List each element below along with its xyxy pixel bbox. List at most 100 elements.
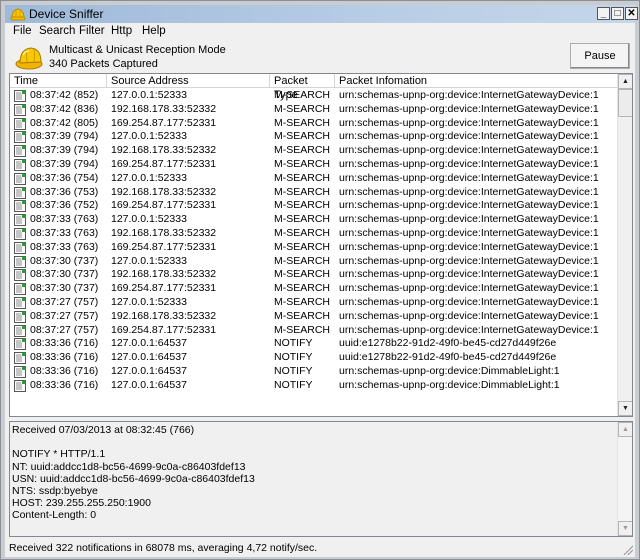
table-row[interactable]: 08:37:30 (737) 127.0.0.1:52333 M-SEARCH urn… [10,255,618,269]
table-row[interactable]: 08:37:42 (836) 192.168.178.33:52332 M-SEAR… [10,103,618,117]
table-row[interactable]: 08:33:36 (716) 127.0.0.1:64537 NOTIFY urn:s… [10,379,618,393]
menu-filter[interactable]: Filter [79,25,105,37]
cell-time: 08:37:36 (753) [30,185,99,198]
column-header-packet-type[interactable]: Packet Type [270,74,335,101]
column-header-packet-information[interactable]: Packet Infomation [335,74,618,88]
table-row[interactable]: 08:37:36 (753) 192.168.178.33:52332 M-SEAR… [10,186,618,200]
column-header-time[interactable]: Time [10,74,107,88]
client-area: File Search Filter Http Help Multicast &… [5,23,635,557]
cell-packet-information: urn:schemas-upnp-org:device:InternetGate… [339,295,599,308]
detail-scroll-up-button[interactable]: ▲ [618,422,632,437]
cell-time: 08:37:27 (757) [30,323,99,336]
document-icon [14,338,26,351]
packets-captured-label: 340 Packets Captured [49,58,158,70]
menu-bar: File Search Filter Http Help [5,23,635,41]
document-icon [14,172,26,185]
maximize-button[interactable]: □ [611,7,624,20]
cell-source-address: 169.254.87.177:52331 [111,282,217,295]
menu-search[interactable]: Search [39,25,75,37]
cell-packet-information: urn:schemas-upnp-org:device:InternetGate… [339,171,599,184]
cell-packet-information: urn:schemas-upnp-org:device:InternetGate… [339,130,599,143]
table-row[interactable]: 08:37:33 (763) 127.0.0.1:52333 M-SEARCH urn… [10,213,618,227]
table-row[interactable]: 08:33:36 (716) 127.0.0.1:64537 NOTIFY uuid:… [10,337,618,351]
cell-packet-type: NOTIFY [274,351,313,364]
cell-packet-type: NOTIFY [274,364,313,377]
cell-time: 08:33:36 (716) [30,364,99,377]
column-header-source-address[interactable]: Source Address [107,74,270,88]
cell-packet-information: uuid:e1278b22-91d2-49f0-be45-cd27d449f26… [339,337,557,350]
window-title: Device Sniffer [29,7,104,21]
pause-button[interactable]: Pause [570,43,630,69]
detail-scroll-down-button[interactable]: ▼ [618,521,632,536]
document-icon [14,158,26,171]
menu-help[interactable]: Help [142,25,166,37]
cell-source-address: 127.0.0.1:52333 [111,213,187,226]
title-bar[interactable]: Device Sniffer _ □ ✕ [5,5,638,23]
table-row[interactable]: 08:37:39 (794) 169.254.87.177:52331 M-SEAR… [10,158,618,172]
cell-source-address: 127.0.0.1:64537 [111,337,187,350]
minimize-button[interactable]: _ [597,7,610,20]
cell-packet-type: M-SEARCH [274,199,331,212]
table-row[interactable]: 08:37:27 (757) 192.168.178.33:52332 M-SEAR… [10,310,618,324]
scroll-up-button[interactable]: ▲ [618,74,632,89]
document-icon [14,365,26,378]
cell-source-address: 127.0.0.1:64537 [111,378,187,391]
cell-packet-information: urn:schemas-upnp-org:device:InternetGate… [339,199,599,212]
packet-detail-pane[interactable]: Received 07/03/2013 at 08:32:45 (766) NO… [9,421,633,537]
cell-packet-type: M-SEARCH [274,268,331,281]
scroll-down-button[interactable]: ▼ [618,401,632,416]
table-row[interactable]: 08:37:36 (754) 127.0.0.1:52333 M-SEARCH urn… [10,172,618,186]
table-row[interactable]: 08:33:36 (716) 127.0.0.1:64537 NOTIFY urn:s… [10,365,618,379]
table-row[interactable]: 08:37:42 (852) 127.0.0.1:52333 M-SEARCH urn… [10,89,618,103]
table-row[interactable]: 08:37:27 (757) 127.0.0.1:52333 M-SEARCH urn… [10,296,618,310]
cell-source-address: 169.254.87.177:52331 [111,240,217,253]
document-icon [14,269,26,282]
cell-packet-type: M-SEARCH [274,295,331,308]
cell-packet-information: urn:schemas-upnp-org:device:DimmableLigh… [339,378,560,391]
cell-packet-type: M-SEARCH [274,102,331,115]
table-row[interactable]: 08:37:36 (752) 169.254.87.177:52331 M-SEAR… [10,199,618,213]
document-icon [14,200,26,213]
table-row[interactable]: 08:33:36 (716) 127.0.0.1:64537 NOTIFY uuid:… [10,351,618,365]
packet-list[interactable]: Time Source Address Packet Type Packet I… [9,73,633,417]
document-icon [14,255,26,268]
resize-grip-icon[interactable] [623,545,633,555]
table-row[interactable]: 08:37:27 (757) 169.254.87.177:52331 M-SEAR… [10,324,618,338]
cell-source-address: 192.168.178.33:52332 [111,226,217,239]
cell-source-address: 192.168.178.33:52332 [111,268,217,281]
cell-packet-type: M-SEARCH [274,282,331,295]
table-row[interactable]: 08:37:33 (763) 192.168.178.33:52332 M-SEAR… [10,227,618,241]
cell-time: 08:37:27 (757) [30,295,99,308]
cell-packet-information: urn:schemas-upnp-org:device:InternetGate… [339,102,599,115]
cell-packet-type: M-SEARCH [274,157,331,170]
cell-source-address: 192.168.178.33:52332 [111,309,217,322]
table-row[interactable]: 08:37:30 (737) 192.168.178.33:52332 M-SEAR… [10,268,618,282]
cell-time: 08:37:33 (763) [30,226,99,239]
table-row[interactable]: 08:37:39 (794) 127.0.0.1:52333 M-SEARCH urn… [10,130,618,144]
document-icon [14,324,26,337]
packet-detail-text: Received 07/03/2013 at 08:32:45 (766) NO… [12,424,255,522]
table-row[interactable]: 08:37:42 (805) 169.254.87.177:52331 M-SEAR… [10,117,618,131]
scroll-thumb[interactable] [618,89,632,117]
menu-file[interactable]: File [13,25,32,37]
menu-http[interactable]: Http [111,25,132,37]
cell-packet-type: NOTIFY [274,378,313,391]
cell-packet-type: NOTIFY [274,337,313,350]
packet-list-scrollbar[interactable]: ▲ ▼ [617,74,632,416]
cell-source-address: 169.254.87.177:52331 [111,116,217,129]
document-icon [14,186,26,199]
cell-packet-information: uuid:e1278b22-91d2-49f0-be45-cd27d449f26… [339,351,557,364]
document-icon [14,379,26,392]
document-icon [14,117,26,130]
cell-packet-type: M-SEARCH [274,185,331,198]
cell-source-address: 169.254.87.177:52331 [111,157,217,170]
document-icon [14,214,26,227]
close-button[interactable]: ✕ [625,7,638,20]
cell-time: 08:37:39 (794) [30,157,99,170]
table-row[interactable]: 08:37:33 (763) 169.254.87.177:52331 M-SEAR… [10,241,618,255]
table-row[interactable]: 08:37:39 (794) 192.168.178.33:52332 M-SEAR… [10,144,618,158]
cell-time: 08:37:42 (836) [30,102,99,115]
detail-scrollbar[interactable]: ▲ ▼ [617,422,632,536]
cell-packet-type: M-SEARCH [274,116,331,129]
table-row[interactable]: 08:37:30 (737) 169.254.87.177:52331 M-SEAR… [10,282,618,296]
